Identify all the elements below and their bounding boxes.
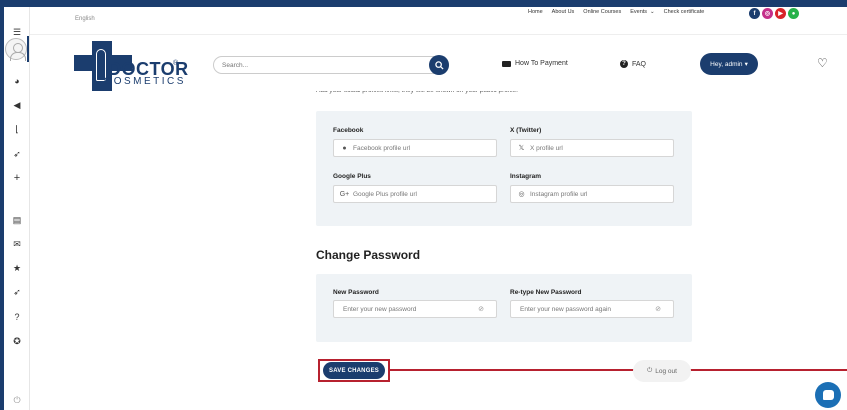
megaphone-icon[interactable]: ◀ [4,97,30,113]
user-menu-button[interactable]: Hey, admin ▾ [700,53,758,75]
rocket-icon[interactable]: ➶ [4,146,30,162]
logo-registered: ® [173,60,179,67]
search-button[interactable] [429,55,449,75]
new-password-label: New Password [333,289,379,296]
retype-password-field[interactable]: Enter your new password again ⊘ [510,300,674,318]
google-plus-icon: G+ [339,190,350,198]
new-password-field[interactable]: Enter your new password ⊘ [333,300,497,318]
instagram-icon: ◎ [518,191,525,198]
twitter-field[interactable]: 𝕏X profile url [510,139,674,157]
dashboard-icon[interactable]: ◕ [4,73,30,89]
nav-check-certificate[interactable]: Check certificate [664,9,705,15]
eye-slash-icon[interactable]: ⊘ [478,305,484,313]
facebook-icon: ● [342,144,347,152]
star-icon[interactable]: ★ [4,260,30,276]
nav-online-courses[interactable]: Online Courses [583,9,621,15]
facebook-label: Facebook [333,127,364,134]
avatar[interactable] [5,38,27,61]
logout-button[interactable]: ⏻ Log out [633,360,691,382]
utility-bar: English [30,7,847,35]
power-icon[interactable]: ⏻ [4,392,30,408]
instagram-icon[interactable]: ◎ [762,8,773,19]
award-icon[interactable]: ✪ [4,333,30,349]
mail-icon[interactable]: ✉ [4,236,30,252]
rocket-icon[interactable]: ➶ [4,284,30,300]
instagram-label: Instagram [510,173,542,180]
social-intro-text: Add your social profiles links, they wil… [316,87,518,94]
save-changes-button[interactable]: SAVE CHANGES [323,362,385,379]
top-brand-bar [0,0,847,7]
chat-bubble-icon[interactable] [815,382,841,408]
google-plus-label: Google Plus [333,173,371,180]
question-icon: ? [620,60,628,68]
facebook-icon[interactable]: f [749,8,760,19]
search-icon [434,60,444,70]
search-input[interactable] [222,59,422,71]
change-password-title: Change Password [316,248,421,262]
eye-slash-icon[interactable]: ⊘ [655,305,661,313]
sidebar-active-indicator [27,36,29,62]
nav-about-us[interactable]: About Us [552,9,575,15]
nav-events[interactable]: Events ⌄ [630,9,654,15]
retype-password-label: Re-type New Password [510,289,582,296]
youtube-icon[interactable]: ▶ [775,8,786,19]
wishlist-heart-icon[interactable]: ♡ [817,57,828,69]
save-highlight-box: SAVE CHANGES [318,359,390,382]
book-icon[interactable]: ▤ [4,212,30,228]
line-icon[interactable]: ● [788,8,799,19]
help-icon[interactable]: ? [4,309,30,325]
nav-how-to-payment[interactable]: How To Payment [502,60,568,67]
chevron-down-icon: ⌄ [650,9,655,15]
top-nav-links: Home About Us Online Courses Events ⌄ Che… [528,9,713,15]
google-plus-field[interactable]: G+ Google Plus profile url [333,185,497,203]
logo-subtext[interactable]: COSMETICS [104,76,186,87]
social-profiles-panel [316,111,692,226]
annotation-line [390,369,847,371]
social-links: f ◎ ▶ ● [749,8,799,19]
language-selector[interactable]: English [75,16,95,22]
facebook-field[interactable]: ● Facebook profile url [333,139,497,157]
sidebar-edge [0,7,4,410]
card-icon [502,60,511,67]
plus-icon[interactable]: + [4,170,30,186]
left-sidebar [0,7,30,410]
instagram-field[interactable]: ◎ Instagram profile url [510,185,674,203]
nav-home[interactable]: Home [528,9,543,15]
nav-faq[interactable]: ? FAQ [620,60,646,68]
x-icon: 𝕏 [518,145,525,152]
chart-icon[interactable]: ⌊ [4,121,30,137]
search-box [213,55,449,75]
power-icon: ⏻ [647,367,653,374]
twitter-label: X (Twitter) [510,127,542,134]
